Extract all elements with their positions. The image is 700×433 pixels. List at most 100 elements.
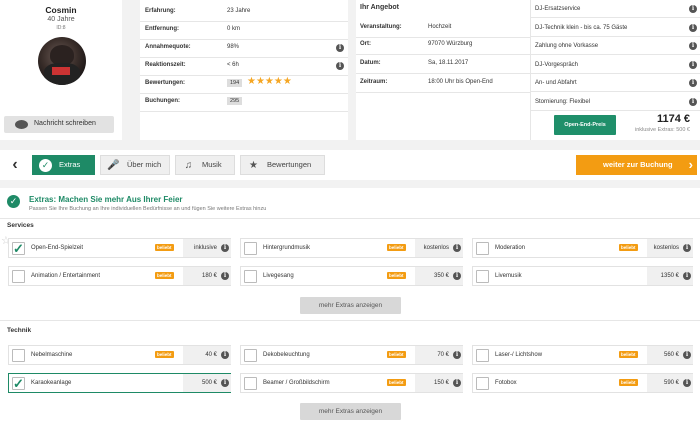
checkbox[interactable] [244, 242, 257, 255]
chat-bubble-icon [15, 120, 28, 129]
checkbox[interactable] [476, 377, 489, 390]
offer-service-row: Zahlung ohne Vorkasse i [531, 37, 700, 55]
extra-item[interactable]: ✓ Karaokeanlage 500 € i [8, 373, 231, 393]
stat-label: Buchungen: [145, 98, 180, 104]
checkbox[interactable] [476, 242, 489, 255]
info-icon[interactable]: i [336, 62, 344, 70]
avatar [38, 37, 86, 85]
info-icon[interactable]: i [689, 60, 697, 69]
stat-row: Bewertungen: 194 ★★★★★ [140, 76, 348, 94]
stat-row: Erfahrung: 23 Jahre [140, 4, 348, 22]
stat-value: < 6h [227, 62, 239, 68]
extra-item[interactable]: Animation / Entertainment beliebt 180 € i [8, 266, 231, 286]
services-more-label: mehr Extras anzeigen [318, 302, 383, 309]
info-icon[interactable]: i [453, 272, 461, 280]
extra-item[interactable]: Laser-/ Lichtshow beliebt 560 € i [472, 345, 693, 365]
offer-label: Ort: [360, 41, 371, 47]
info-icon[interactable]: i [683, 244, 691, 252]
open-end-price-label: Open-End-Preis [564, 122, 606, 128]
offer-service-label: An- und Abfahrt [535, 80, 577, 86]
tab-extras[interactable]: ✓ Extras [32, 155, 95, 175]
continue-booking-label: weiter zur Buchung [603, 160, 673, 169]
extra-name: Open-End-Spielzeit [31, 245, 84, 251]
stat-value: 194 [227, 79, 243, 87]
extra-item[interactable]: Beamer / Großbildschirm beliebt 150 € i [240, 373, 463, 393]
offer-service-row: DJ-Technik klein - bis ca. 75 Gäste i [531, 19, 700, 37]
extra-name: Beamer / Großbildschirm [263, 380, 330, 386]
extra-name: Karaokeanlage [31, 380, 72, 386]
offer-service-label: Zahlung ohne Vorkasse [535, 43, 599, 49]
extra-name: Livemusik [495, 273, 522, 279]
message-button[interactable]: Nachricht schreiben [4, 116, 114, 133]
info-icon[interactable]: i [689, 79, 697, 87]
offer-value: Hochzeit [428, 24, 452, 30]
tab-reviews[interactable]: ★ Bewertungen [240, 155, 325, 175]
tab-about[interactable]: 🎤 Über mich [100, 155, 170, 175]
offer-service-row: DJ-Vorgespräch i [531, 56, 700, 74]
back-button[interactable]: ‹ [8, 156, 22, 174]
continue-booking-button[interactable]: weiter zur Buchung › [576, 155, 697, 175]
extra-item[interactable]: Dekobeleuchtung beliebt 70 € i [240, 345, 463, 365]
extra-item[interactable]: Livegesang beliebt 350 € i [240, 266, 463, 286]
info-icon[interactable]: i [221, 379, 229, 387]
back-arrow-icon: ‹ [12, 156, 18, 173]
popular-badge: beliebt [619, 244, 638, 251]
tab-reviews-label: Bewertungen [267, 160, 312, 169]
checkbox-checked[interactable]: ✓ [12, 242, 25, 255]
info-icon[interactable]: i [683, 351, 691, 359]
info-icon[interactable]: i [689, 97, 697, 106]
extra-item[interactable]: ✓ Open-End-Spielzeit beliebt inklusive i [8, 238, 231, 258]
stat-value: 0 km [227, 26, 241, 32]
info-icon[interactable]: i [683, 379, 691, 387]
extra-name: Hintergrundmusik [263, 245, 311, 251]
offer-card: Ihr Angebot Veranstaltung: Hochzeit Ort: 97… [356, 0, 700, 140]
stat-value: 98% [227, 44, 240, 50]
extras-title: Extras: Machen Sie mehr Aus Ihrer Feier [29, 195, 183, 204]
tab-music-label: Musik [202, 160, 222, 169]
tab-extras-label: Extras [59, 160, 81, 169]
profile-name: Cosmin [45, 5, 77, 15]
info-icon[interactable]: i [336, 44, 344, 52]
music-note-icon: ♫ [184, 160, 193, 171]
info-icon[interactable]: i [453, 244, 461, 252]
extra-item[interactable]: Hintergrundmusik beliebt kostenlos i [240, 238, 463, 258]
offer-row: Datum: Sa, 18.11.2017 [356, 56, 530, 74]
offer-row: Veranstaltung: Hochzeit [356, 20, 530, 38]
technik-section-title: Technik [7, 327, 32, 334]
extra-item[interactable]: Nebelmaschine beliebt 40 € i [8, 345, 231, 365]
info-icon[interactable]: i [683, 272, 691, 280]
info-icon[interactable]: i [689, 23, 697, 32]
services-more-button[interactable]: mehr Extras anzeigen [300, 297, 401, 314]
offer-value: 97070 Würzburg [428, 41, 473, 47]
extra-item[interactable]: Moderation beliebt kostenlos i [472, 238, 693, 258]
checkbox[interactable] [476, 270, 489, 283]
extra-item[interactable]: Livemusik 1350 € i [472, 266, 693, 286]
stat-label: Erfahrung: [145, 8, 176, 14]
checkbox-checked[interactable]: ✓ [12, 377, 25, 390]
info-icon[interactable]: i [221, 351, 229, 359]
checkbox[interactable] [476, 349, 489, 362]
offer-label: Veranstaltung: [360, 24, 402, 30]
info-icon[interactable]: i [689, 5, 697, 13]
info-icon[interactable]: i [453, 351, 461, 359]
checkbox[interactable] [12, 270, 25, 283]
info-icon[interactable]: i [221, 244, 229, 252]
extra-name: Animation / Entertainment [31, 273, 101, 279]
info-icon[interactable]: i [689, 42, 697, 50]
checkbox[interactable] [244, 270, 257, 283]
offer-title: Ihr Angebot [360, 4, 400, 11]
tab-music[interactable]: ♫ Musik [175, 155, 235, 175]
open-end-price-button[interactable]: Open-End-Preis [554, 115, 616, 135]
info-icon[interactable]: i [453, 379, 461, 387]
extra-item[interactable]: Fotobox beliebt 590 € i [472, 373, 693, 393]
checkbox[interactable] [244, 349, 257, 362]
message-button-label: Nachricht schreiben [34, 120, 96, 127]
checkbox[interactable] [244, 377, 257, 390]
total-price: 1174 € [656, 113, 690, 125]
technik-more-button[interactable]: mehr Extras anzeigen [300, 403, 401, 420]
checkbox[interactable] [12, 349, 25, 362]
technik-more-label: mehr Extras anzeigen [318, 408, 383, 415]
tab-about-label: Über mich [127, 160, 162, 169]
price-note: inklusive Extras: 500 € [634, 127, 690, 133]
info-icon[interactable]: i [221, 272, 229, 280]
